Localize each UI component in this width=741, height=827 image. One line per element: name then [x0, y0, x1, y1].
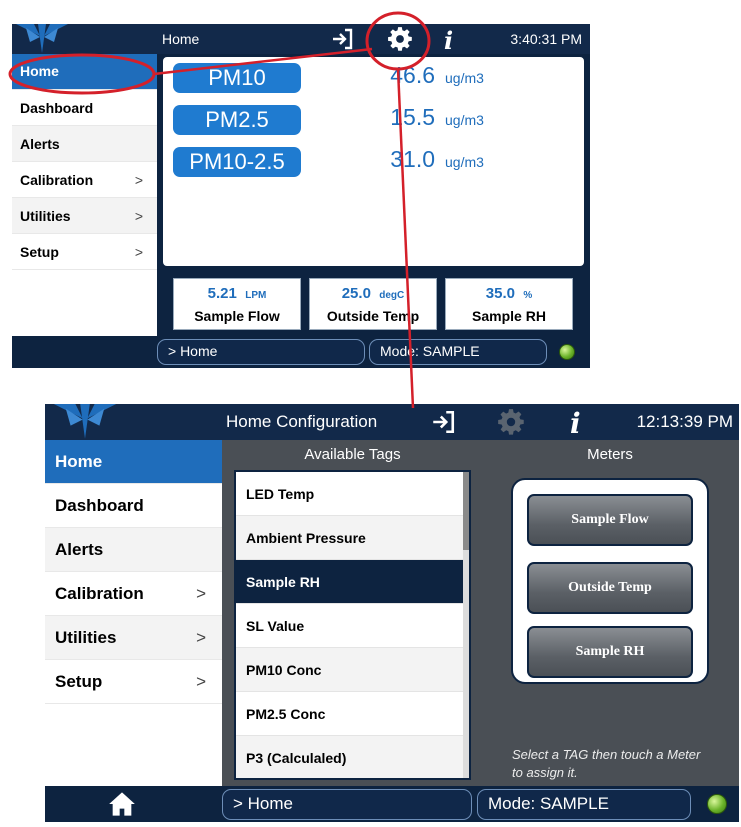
- menu-item-calibration[interactable]: Calibration >: [45, 572, 222, 616]
- menu-item-dashboard[interactable]: Dashboard: [45, 484, 222, 528]
- assign-hint-text: Select a TAG then touch a Meter to assig…: [512, 747, 701, 780]
- mode-indicator: Mode: SAMPLE: [369, 339, 547, 365]
- logo-icon: [12, 24, 72, 54]
- meter-button-sample-flow[interactable]: Sample Flow: [527, 494, 693, 546]
- menu-item-label: Alerts: [55, 540, 104, 559]
- tag-item-pm2-5-conc[interactable]: PM2.5 Conc: [236, 692, 469, 736]
- header-bar: Home Configuration i 12:13:39 PM: [45, 404, 739, 440]
- clock: 12:13:39 PM: [636, 412, 733, 431]
- meter-bar: 5.21 LPM Sample Flow 25.0 degC Outside T…: [161, 272, 586, 336]
- menu-item-alerts[interactable]: Alerts: [45, 528, 222, 572]
- breadcrumb[interactable]: > Home: [157, 339, 365, 365]
- page-title: Home Configuration: [226, 412, 378, 431]
- reading-value: 46.6: [390, 62, 435, 88]
- meter-label: Sample Flow: [194, 308, 280, 324]
- exit-icon[interactable]: [429, 409, 457, 440]
- tag-item-ambient-pressure[interactable]: Ambient Pressure: [236, 516, 469, 560]
- scrollbar-thumb[interactable]: [463, 472, 469, 550]
- menu-item-label: Utilities: [20, 208, 71, 224]
- menu-item-home[interactable]: Home: [45, 440, 222, 484]
- tag-item-sample-rh[interactable]: Sample RH: [236, 560, 469, 604]
- reading-unit: ug/m3: [445, 70, 484, 86]
- meter-unit: LPM: [245, 290, 267, 301]
- home-screen: Home i 3:40:31 PM Home Dashboard Alerts …: [12, 24, 590, 368]
- reading-value: 15.5: [390, 104, 435, 130]
- reading-unit: ug/m3: [445, 154, 484, 170]
- chevron-right-icon: >: [196, 628, 206, 647]
- menu-item-label: Calibration: [55, 584, 144, 603]
- info-icon[interactable]: i: [570, 407, 581, 440]
- tag-item-sl-value[interactable]: SL Value: [236, 604, 469, 648]
- tag-list-scrollbar[interactable]: [463, 472, 469, 778]
- meter-button-outside-temp[interactable]: Outside Temp: [527, 562, 693, 614]
- exit-icon[interactable]: [330, 27, 354, 56]
- chevron-right-icon: >: [134, 244, 143, 260]
- menu-item-label: Dashboard: [20, 100, 94, 116]
- menu-item-setup[interactable]: Setup >: [45, 660, 222, 704]
- meter-value: 35.0 %: [485, 285, 533, 302]
- tag-button-pm10-2-5[interactable]: PM10-2.5: [173, 147, 301, 177]
- menu-item-alerts[interactable]: Alerts: [12, 126, 157, 162]
- meter-value: 5.21 LPM: [207, 285, 267, 302]
- menu-item-home[interactable]: Home: [12, 54, 157, 90]
- meter-label: Outside Temp: [326, 308, 420, 324]
- header-bar: Home i 3:40:31 PM: [12, 24, 590, 57]
- menu-item-calibration[interactable]: Calibration >: [12, 162, 157, 198]
- readings-panel: PM10 46.6 ug/m3 PM2.5 15.5 ug/m3 PM10-2.…: [161, 55, 586, 268]
- status-bar: > Home Mode: SAMPLE: [45, 786, 739, 822]
- home-icon[interactable]: [107, 790, 137, 822]
- meter-label: Sample RH: [472, 308, 546, 324]
- menu-item-label: Alerts: [20, 136, 60, 152]
- chevron-right-icon: >: [134, 208, 143, 224]
- status-led-icon: [707, 794, 727, 814]
- menu-item-utilities[interactable]: Utilities >: [45, 616, 222, 660]
- sidebar-menu: Home Dashboard Alerts Calibration > Utili…: [12, 54, 157, 336]
- home-configuration-panel: Available Tags Meters LED Temp Ambient P…: [222, 440, 739, 786]
- meter-value: 25.0 degC: [341, 285, 405, 302]
- mode-indicator: Mode: SAMPLE: [477, 789, 691, 820]
- meter-unit: %: [523, 290, 533, 301]
- menu-item-label: Calibration: [20, 172, 94, 188]
- menu-item-label: Home: [20, 63, 59, 79]
- chevron-right-icon: >: [196, 584, 206, 603]
- meter-unit: degC: [379, 290, 405, 301]
- reading-value: 31.0: [390, 146, 435, 172]
- meter-sample-rh[interactable]: 35.0 % Sample RH: [445, 278, 573, 330]
- status-led-icon: [559, 344, 575, 360]
- menu-item-setup[interactable]: Setup >: [12, 234, 157, 270]
- chevron-right-icon: >: [134, 172, 143, 188]
- gear-icon[interactable]: [387, 26, 413, 57]
- tag-button-pm10[interactable]: PM10: [173, 63, 301, 93]
- home-configuration-screen: Home Configuration i 12:13:39 PM Home Da…: [45, 404, 739, 822]
- meters-header: Meters: [587, 446, 633, 463]
- gear-icon[interactable]: [497, 408, 525, 441]
- menu-item-label: Setup: [20, 244, 59, 260]
- menu-item-label: Utilities: [55, 628, 117, 647]
- info-icon[interactable]: i: [444, 26, 453, 55]
- menu-item-dashboard[interactable]: Dashboard: [12, 90, 157, 126]
- menu-item-label: Dashboard: [55, 496, 144, 515]
- reading-unit: ug/m3: [445, 112, 484, 128]
- menu-item-label: Home: [55, 452, 103, 471]
- sidebar-menu: Home Dashboard Alerts Calibration > Utili…: [45, 440, 222, 786]
- available-tags-list[interactable]: LED Temp Ambient Pressure Sample RH SL V…: [234, 470, 471, 780]
- status-bar: > Home Mode: SAMPLE: [12, 336, 590, 368]
- tag-item-pm10-conc[interactable]: PM10 Conc: [236, 648, 469, 692]
- meters-box: Sample Flow Outside Temp Sample RH: [511, 478, 709, 684]
- available-tags-header: Available Tags: [304, 446, 401, 463]
- meter-sample-flow[interactable]: 5.21 LPM Sample Flow: [173, 278, 301, 330]
- page-title: Home: [162, 31, 200, 47]
- tag-item-p3-calculated[interactable]: P3 (Calculaled): [236, 736, 469, 778]
- logo-icon: [45, 404, 125, 440]
- tag-item-led-temp[interactable]: LED Temp: [236, 472, 469, 516]
- meter-outside-temp[interactable]: 25.0 degC Outside Temp: [309, 278, 437, 330]
- clock: 3:40:31 PM: [510, 31, 582, 47]
- menu-item-utilities[interactable]: Utilities >: [12, 198, 157, 234]
- meter-button-sample-rh[interactable]: Sample RH: [527, 626, 693, 678]
- tag-button-pm2-5[interactable]: PM2.5: [173, 105, 301, 135]
- chevron-right-icon: >: [196, 672, 206, 691]
- menu-item-label: Setup: [55, 672, 103, 691]
- breadcrumb[interactable]: > Home: [222, 789, 472, 820]
